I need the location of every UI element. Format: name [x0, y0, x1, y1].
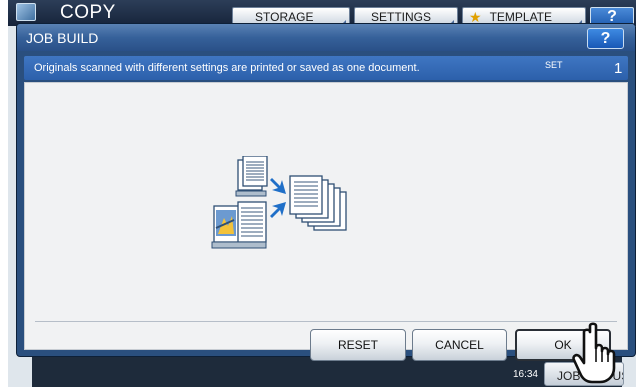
original-document-icon	[235, 156, 268, 197]
tab-settings-label: SETTINGS	[371, 10, 432, 24]
divider	[35, 321, 617, 322]
tab-storage-label: STORAGE	[255, 10, 314, 24]
content-area: RESET CANCEL OK	[24, 82, 628, 361]
job-build-dialog: JOB BUILD ? Originals scanned with diffe…	[16, 23, 636, 361]
reset-button[interactable]: RESET	[310, 329, 406, 361]
dialog-title: JOB BUILD	[26, 30, 99, 46]
dialog-titlebar: JOB BUILD ?	[17, 24, 635, 51]
pointing-hand-icon	[572, 322, 616, 384]
app-title: COPY	[60, 2, 116, 23]
merge-arrows-icon	[270, 178, 286, 218]
cancel-button[interactable]: CANCEL	[412, 329, 507, 361]
info-message: Originals scanned with different setting…	[34, 62, 420, 74]
job-build-icon	[211, 156, 347, 249]
combined-document-stack-icon	[289, 175, 347, 231]
clock-time: 16:34	[512, 369, 538, 380]
set-label: SET	[545, 60, 563, 70]
copy-app-icon	[16, 3, 36, 21]
set-count: 1	[614, 60, 623, 77]
info-bar: Originals scanned with different setting…	[24, 56, 628, 80]
tab-template-label: TEMPLATE	[489, 10, 553, 24]
dialog-help-button[interactable]: ?	[587, 28, 624, 49]
photo-document-icon	[211, 201, 267, 249]
